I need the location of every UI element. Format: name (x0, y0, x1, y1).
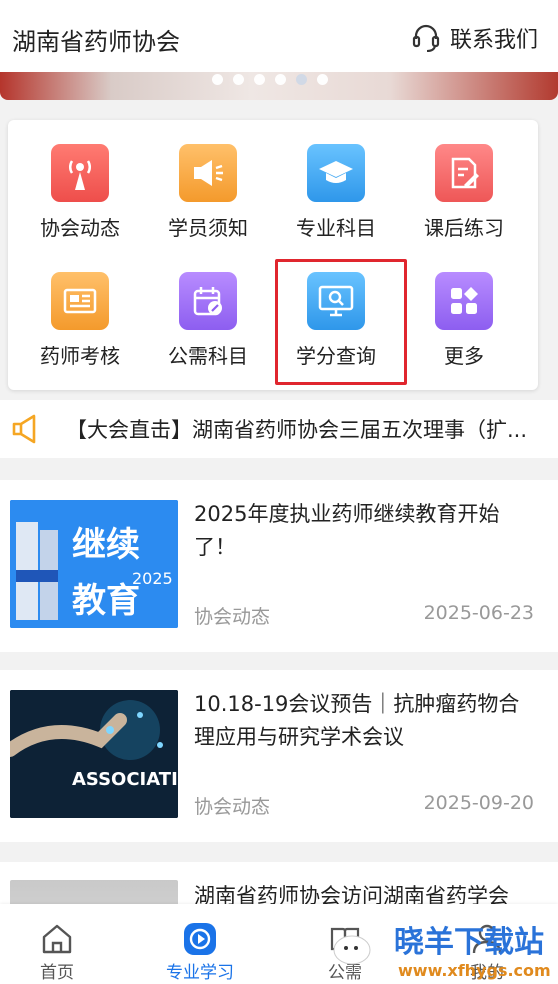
grid-item-after-class-practice[interactable]: 课后练习 (400, 120, 528, 240)
grid-item-label: 学员须知 (168, 216, 248, 240)
watermark: 晓羊下载站 www.xfhygs.com (333, 925, 551, 980)
notice-bar[interactable]: 【大会直击】湖南省药师协会三届五次理事（扩... (0, 400, 558, 458)
grid-item-label: 公需科目 (168, 344, 248, 368)
watermark-url: www.xfhygs.com (398, 961, 551, 980)
contact-us-label: 联系我们 (449, 28, 538, 53)
thumb-text: 2025 (132, 569, 173, 588)
highlight-box (275, 259, 407, 385)
grid-item-label: 药师考核 (40, 344, 120, 368)
grid-item-label: 更多 (444, 344, 484, 368)
carousel-dot[interactable] (275, 74, 286, 85)
news-thumbnail: ASSOCIATION (10, 690, 178, 818)
grid-item-public-subjects[interactable]: 公需科目 (144, 248, 272, 368)
news-date: 2025-09-20 (423, 792, 534, 814)
notice-text: 【大会直击】湖南省药师协会三届五次理事（扩... (66, 418, 528, 442)
tab-professional-learning[interactable]: 专业学习 (145, 904, 255, 984)
news-date: 2025-06-23 (423, 602, 534, 624)
news-item[interactable]: ASSOCIATION 10.18-19会议预告｜抗肿瘤药物合理应用与研究学术会… (0, 670, 558, 842)
home-icon (40, 922, 74, 956)
news-title: 10.18-19会议预告｜抗肿瘤药物合理应用与研究学术会议 (194, 692, 520, 749)
watermark-text: 晓羊下载站 (394, 925, 544, 960)
grid-item-student-notice[interactable]: 学员须知 (144, 120, 272, 240)
grid-item-association-news[interactable]: 协会动态 (16, 120, 144, 240)
feature-grid: 协会动态 学员须知 专业科目 课后练习 药师考核 公需科目 学分查询 更多 (8, 120, 538, 390)
speaker-icon (179, 144, 237, 202)
grid-item-label: 专业科目 (296, 216, 376, 240)
carousel-dot[interactable] (254, 74, 265, 85)
tab-label: 专业学习 (166, 963, 234, 983)
carousel-dot-active[interactable] (296, 74, 307, 85)
tab-label: 首页 (40, 963, 74, 983)
grid-item-label: 协会动态 (40, 216, 120, 240)
news-thumbnail: 继续 教育 2025 (10, 500, 178, 628)
grid-item-label: 课后练习 (424, 216, 504, 240)
thumb-text: 继续 (72, 525, 140, 565)
thumb-text: 教育 (72, 581, 140, 621)
carousel-dot[interactable] (233, 74, 244, 85)
edit-document-icon (435, 144, 493, 202)
play-circle-icon (183, 922, 217, 956)
megaphone-icon (12, 414, 36, 444)
thumb-text: ASSOCIATION (72, 769, 178, 790)
contact-us-button[interactable]: 联系我们 (410, 22, 538, 54)
carousel-dot[interactable] (212, 74, 223, 85)
broadcast-icon (51, 144, 109, 202)
grid-item-professional-subjects[interactable]: 专业科目 (272, 120, 400, 240)
news-title: 2025年度执业药师继续教育开始了！ (194, 502, 500, 559)
grid-item-more[interactable]: 更多 (400, 248, 528, 368)
grid-item-pharmacist-assessment[interactable]: 药师考核 (16, 248, 144, 368)
graduation-cap-icon (307, 144, 365, 202)
carousel-indicator (212, 74, 328, 85)
tab-home[interactable]: 首页 (2, 904, 112, 984)
calendar-edit-icon (179, 272, 237, 330)
news-item[interactable]: 继续 教育 2025 2025年度执业药师继续教育开始了！ 协会动态 2025-… (0, 480, 558, 652)
app-header: 湖南省药师协会 联系我们 (0, 0, 558, 78)
headset-icon (412, 24, 440, 52)
news-source: 协会动态 (194, 606, 271, 628)
news-source: 协会动态 (194, 796, 271, 818)
carousel-dot[interactable] (317, 74, 328, 85)
apps-icon (435, 272, 493, 330)
news-icon (51, 272, 109, 330)
app-title: 湖南省药师协会 (12, 28, 180, 56)
